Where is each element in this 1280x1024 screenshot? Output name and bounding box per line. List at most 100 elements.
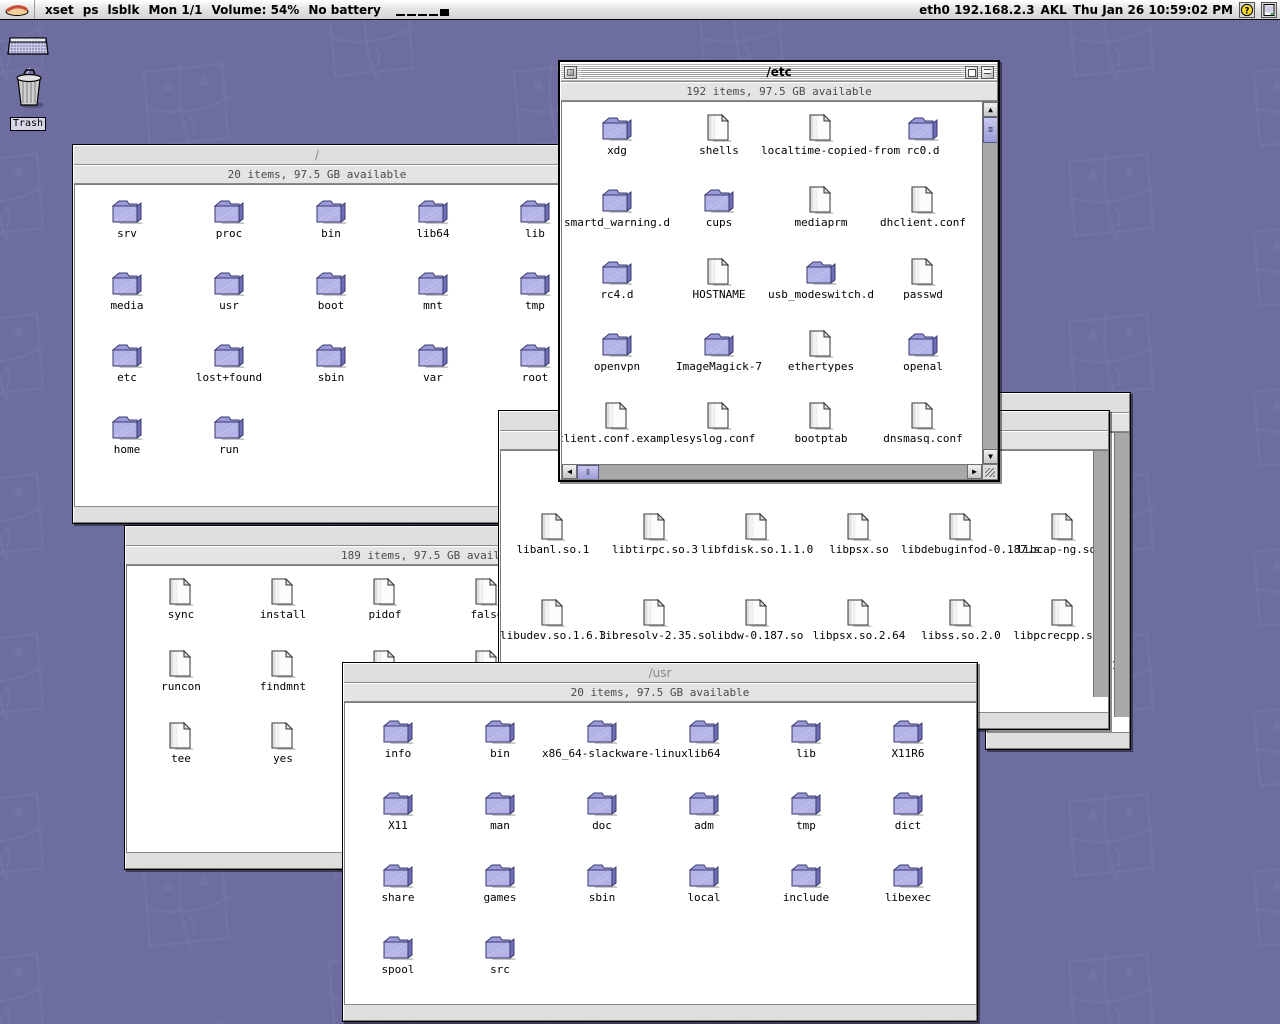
file-item[interactable]: tmp bbox=[475, 265, 560, 312]
file-icon bbox=[847, 512, 872, 541]
menu-item-volume[interactable]: Volume: 54% bbox=[211, 3, 299, 17]
file-item[interactable]: X11R6 bbox=[848, 713, 968, 760]
desktop-watermark-icon bbox=[1055, 780, 1165, 888]
file-item[interactable]: libexec bbox=[848, 857, 968, 904]
desktop-watermark-icon bbox=[315, 20, 425, 88]
folder-icon bbox=[315, 344, 347, 368]
file-item-label: findmnt bbox=[259, 680, 307, 693]
folder-icon bbox=[586, 792, 618, 816]
file-item-label: rc0.d bbox=[906, 144, 940, 157]
file-item[interactable]: openal bbox=[863, 326, 983, 373]
menu-bar-items: xset ps lsblk Mon 1/1 Volume: 54% No bat… bbox=[35, 3, 464, 17]
zoom-box[interactable] bbox=[965, 65, 978, 79]
folder-icon bbox=[484, 720, 516, 744]
file-icon bbox=[911, 185, 936, 214]
window-bottom-bar bbox=[344, 1004, 976, 1020]
file-item[interactable]: root bbox=[475, 337, 560, 384]
icon-view-root[interactable]: srv proc bin lib64 lib media usr boot mn… bbox=[74, 184, 560, 506]
file-item[interactable]: passwd bbox=[863, 254, 983, 301]
close-box[interactable] bbox=[564, 65, 577, 79]
desktop-watermark-icon bbox=[0, 780, 55, 888]
folder-icon bbox=[111, 200, 143, 224]
folder-icon bbox=[475, 337, 560, 371]
file-item-label: libexec bbox=[884, 891, 932, 904]
file-icon bbox=[707, 401, 732, 430]
folder-icon bbox=[601, 333, 633, 357]
folder-icon bbox=[169, 409, 289, 443]
file-icon bbox=[541, 598, 566, 627]
folder-icon bbox=[703, 189, 735, 213]
file-item[interactable]: src bbox=[440, 929, 560, 976]
window-root[interactable]: / 20 items, 97.5 GB available srv proc b… bbox=[72, 144, 562, 524]
application-switcher-icon[interactable] bbox=[1261, 1, 1277, 18]
folder-icon bbox=[475, 193, 560, 227]
file-item[interactable]: dhclient.conf bbox=[863, 182, 983, 229]
desktop-icon-trash[interactable]: Trash bbox=[0, 65, 56, 131]
menu-item-battery[interactable]: No battery bbox=[308, 3, 381, 17]
vertical-scrollbar[interactable] bbox=[1114, 433, 1129, 717]
scroll-right-button[interactable]: ▶ bbox=[967, 464, 982, 479]
file-item[interactable]: false bbox=[427, 574, 506, 621]
trash-icon bbox=[16, 69, 44, 108]
folder-icon bbox=[601, 189, 633, 213]
folder-icon bbox=[382, 936, 414, 960]
file-item[interactable]: run bbox=[169, 409, 289, 456]
folder-icon bbox=[892, 864, 924, 888]
hotdog-icon[interactable] bbox=[0, 0, 35, 19]
status-bar-usr: 20 items, 97.5 GB available bbox=[344, 683, 976, 702]
menu-item-lsblk[interactable]: lsblk bbox=[108, 3, 140, 17]
menu-item-xset[interactable]: xset bbox=[45, 3, 74, 17]
menu-item-date[interactable]: Mon 1/1 bbox=[148, 3, 202, 17]
vertical-scrollbar[interactable] bbox=[1093, 451, 1108, 697]
scroll-up-button[interactable]: ▲ bbox=[983, 102, 997, 117]
desktop-watermark-icon bbox=[0, 460, 55, 568]
titlebar-etc[interactable]: /etc bbox=[561, 63, 997, 82]
menu-item-ps[interactable]: ps bbox=[83, 3, 99, 17]
desktop-watermark-icon bbox=[1240, 530, 1280, 638]
folder-icon bbox=[484, 864, 516, 888]
help-question-icon[interactable]: ? bbox=[1239, 1, 1255, 18]
file-item[interactable]: rc0.d bbox=[863, 110, 983, 157]
folder-icon bbox=[417, 272, 449, 296]
folder-icon bbox=[892, 720, 924, 744]
folder-icon bbox=[863, 326, 983, 360]
file-item[interactable]: dict bbox=[848, 785, 968, 832]
window-etc[interactable]: /etc 192 items, 97.5 GB available xdg sh… bbox=[558, 60, 1000, 482]
folder-icon bbox=[848, 785, 968, 819]
scroll-down-button[interactable]: ▼ bbox=[983, 449, 997, 464]
folder-icon bbox=[213, 200, 245, 224]
desktop-watermark-icon bbox=[1240, 210, 1280, 318]
vertical-scroll-thumb[interactable]: ≣ bbox=[983, 117, 997, 143]
window-usr[interactable]: /usr 20 items, 97.5 GB available info bi… bbox=[342, 662, 978, 1022]
collapse-box[interactable] bbox=[981, 65, 994, 79]
file-item-label: dhclient.conf bbox=[879, 216, 967, 229]
folder-icon bbox=[382, 792, 414, 816]
scroll-left-button[interactable]: ◀ bbox=[562, 464, 577, 479]
svg-text:?: ? bbox=[1245, 6, 1250, 16]
file-icon bbox=[271, 577, 296, 606]
file-icon bbox=[911, 401, 936, 430]
horizontal-scrollbar[interactable]: ◀ ⦀ ▶ bbox=[562, 464, 982, 479]
file-item[interactable]: dnsmasq.conf bbox=[863, 398, 983, 445]
vertical-scrollbar[interactable]: ▲ ≣ ▼ bbox=[982, 102, 997, 464]
file-icon bbox=[809, 113, 834, 142]
file-item[interactable]: lib bbox=[475, 193, 560, 240]
folder-icon bbox=[863, 110, 983, 144]
horizontal-scroll-thumb[interactable]: ⦀ bbox=[577, 465, 599, 479]
desktop[interactable]: / Trash / 20 items, 97.5 GB available sr… bbox=[0, 20, 1280, 1024]
resize-grip[interactable] bbox=[982, 464, 997, 479]
folder-icon bbox=[586, 720, 618, 744]
menu-bar[interactable]: xset ps lsblk Mon 1/1 Volume: 54% No bat… bbox=[0, 0, 1280, 20]
clock[interactable]: Thu Jan 26 10:59:02 PM bbox=[1073, 3, 1233, 17]
titlebar-bin[interactable] bbox=[126, 527, 506, 546]
desktop-watermark-icon bbox=[1240, 1010, 1280, 1024]
folder-icon bbox=[417, 200, 449, 224]
icon-view-etc[interactable]: xdg shells localtime-copied-from rc0.d s… bbox=[561, 101, 997, 479]
icon-view-usr[interactable]: info bin x86_64-slackware-linux lib64 li… bbox=[344, 702, 976, 1004]
folder-icon bbox=[475, 265, 560, 299]
folder-icon bbox=[703, 333, 735, 357]
file-icon bbox=[169, 649, 194, 678]
titlebar-usr[interactable]: /usr bbox=[344, 664, 976, 683]
file-icon bbox=[373, 577, 398, 606]
titlebar-root[interactable]: / bbox=[74, 146, 560, 165]
